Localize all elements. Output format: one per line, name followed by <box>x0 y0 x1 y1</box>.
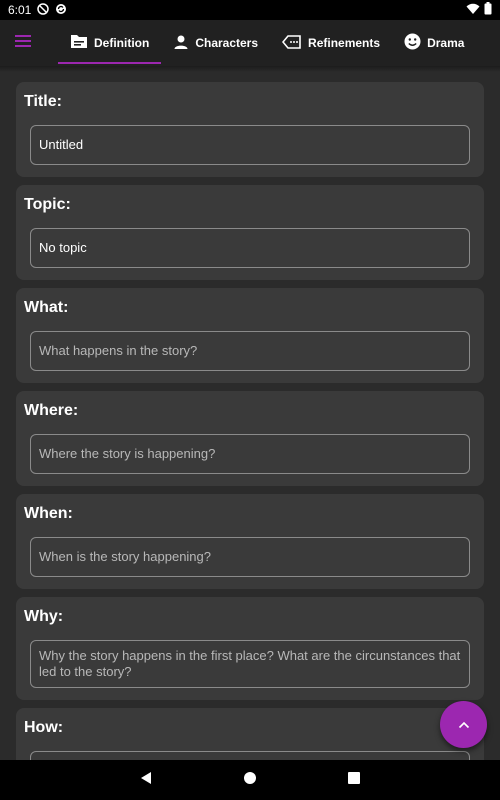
where-label: Where: <box>24 402 79 419</box>
label-icon <box>281 34 302 52</box>
where-input[interactable]: Where the story is happening? <box>30 434 470 474</box>
how-input[interactable] <box>30 751 470 760</box>
when-input[interactable]: When is the story happening? <box>30 537 470 577</box>
face-icon <box>404 33 421 53</box>
title-label: Title: <box>24 93 62 110</box>
how-card: How: <box>16 708 484 760</box>
recents-button[interactable] <box>302 760 406 800</box>
hamburger-icon <box>15 34 31 52</box>
how-label: How: <box>24 719 64 736</box>
chevron-up-icon <box>458 716 470 734</box>
title-card: Title: Untitled <box>16 82 484 177</box>
status-bar: 6:01 <box>0 0 500 20</box>
why-card: Why: Why the story happens in the first … <box>16 597 484 700</box>
why-input[interactable]: Why the story happens in the first place… <box>30 640 470 688</box>
tab-label: Definition <box>94 36 150 50</box>
home-icon <box>243 771 257 790</box>
tab-drama[interactable]: Drama <box>392 20 476 66</box>
when-label: When: <box>24 505 73 522</box>
topic-card: Topic: No topic <box>16 185 484 280</box>
app-bar: Definition Characters Refinements Drama <box>0 20 500 66</box>
system-nav-bar <box>0 760 500 800</box>
what-input[interactable]: What happens in the story? <box>30 331 470 371</box>
notification-icon <box>37 2 50 18</box>
when-card: When: When is the story happening? <box>16 494 484 589</box>
tab-bar: Definition Characters Refinements Drama <box>58 20 476 66</box>
where-card: Where: Where the story is happening? <box>16 391 484 486</box>
back-button[interactable] <box>94 760 198 800</box>
title-input[interactable]: Untitled <box>30 125 470 165</box>
home-button[interactable] <box>198 760 302 800</box>
tab-label: Drama <box>427 36 465 50</box>
tab-refinements[interactable]: Refinements <box>270 20 392 66</box>
back-icon <box>139 771 153 790</box>
why-label: Why: <box>24 608 64 625</box>
battery-icon <box>484 2 492 18</box>
status-time: 6:01 <box>8 3 32 17</box>
definition-form[interactable]: Title: Untitled Topic: No topic What: Wh… <box>0 66 500 760</box>
topic-label: Topic: <box>24 196 71 213</box>
recents-icon <box>348 771 360 789</box>
what-card: What: What happens in the story? <box>16 288 484 383</box>
wifi-icon <box>466 3 480 18</box>
menu-button[interactable] <box>0 20 46 66</box>
person-icon <box>173 34 189 53</box>
scroll-up-button[interactable] <box>440 701 487 748</box>
what-label: What: <box>24 299 69 316</box>
content-area: Title: Untitled Topic: No topic What: Wh… <box>0 66 500 760</box>
tab-definition[interactable]: Definition <box>58 20 162 66</box>
topic-input[interactable]: No topic <box>30 228 470 268</box>
tab-characters[interactable]: Characters <box>161 20 270 66</box>
sync-icon <box>55 3 67 18</box>
document-icon <box>70 34 88 52</box>
tab-label: Characters <box>195 36 259 50</box>
tab-label: Refinements <box>308 36 381 50</box>
